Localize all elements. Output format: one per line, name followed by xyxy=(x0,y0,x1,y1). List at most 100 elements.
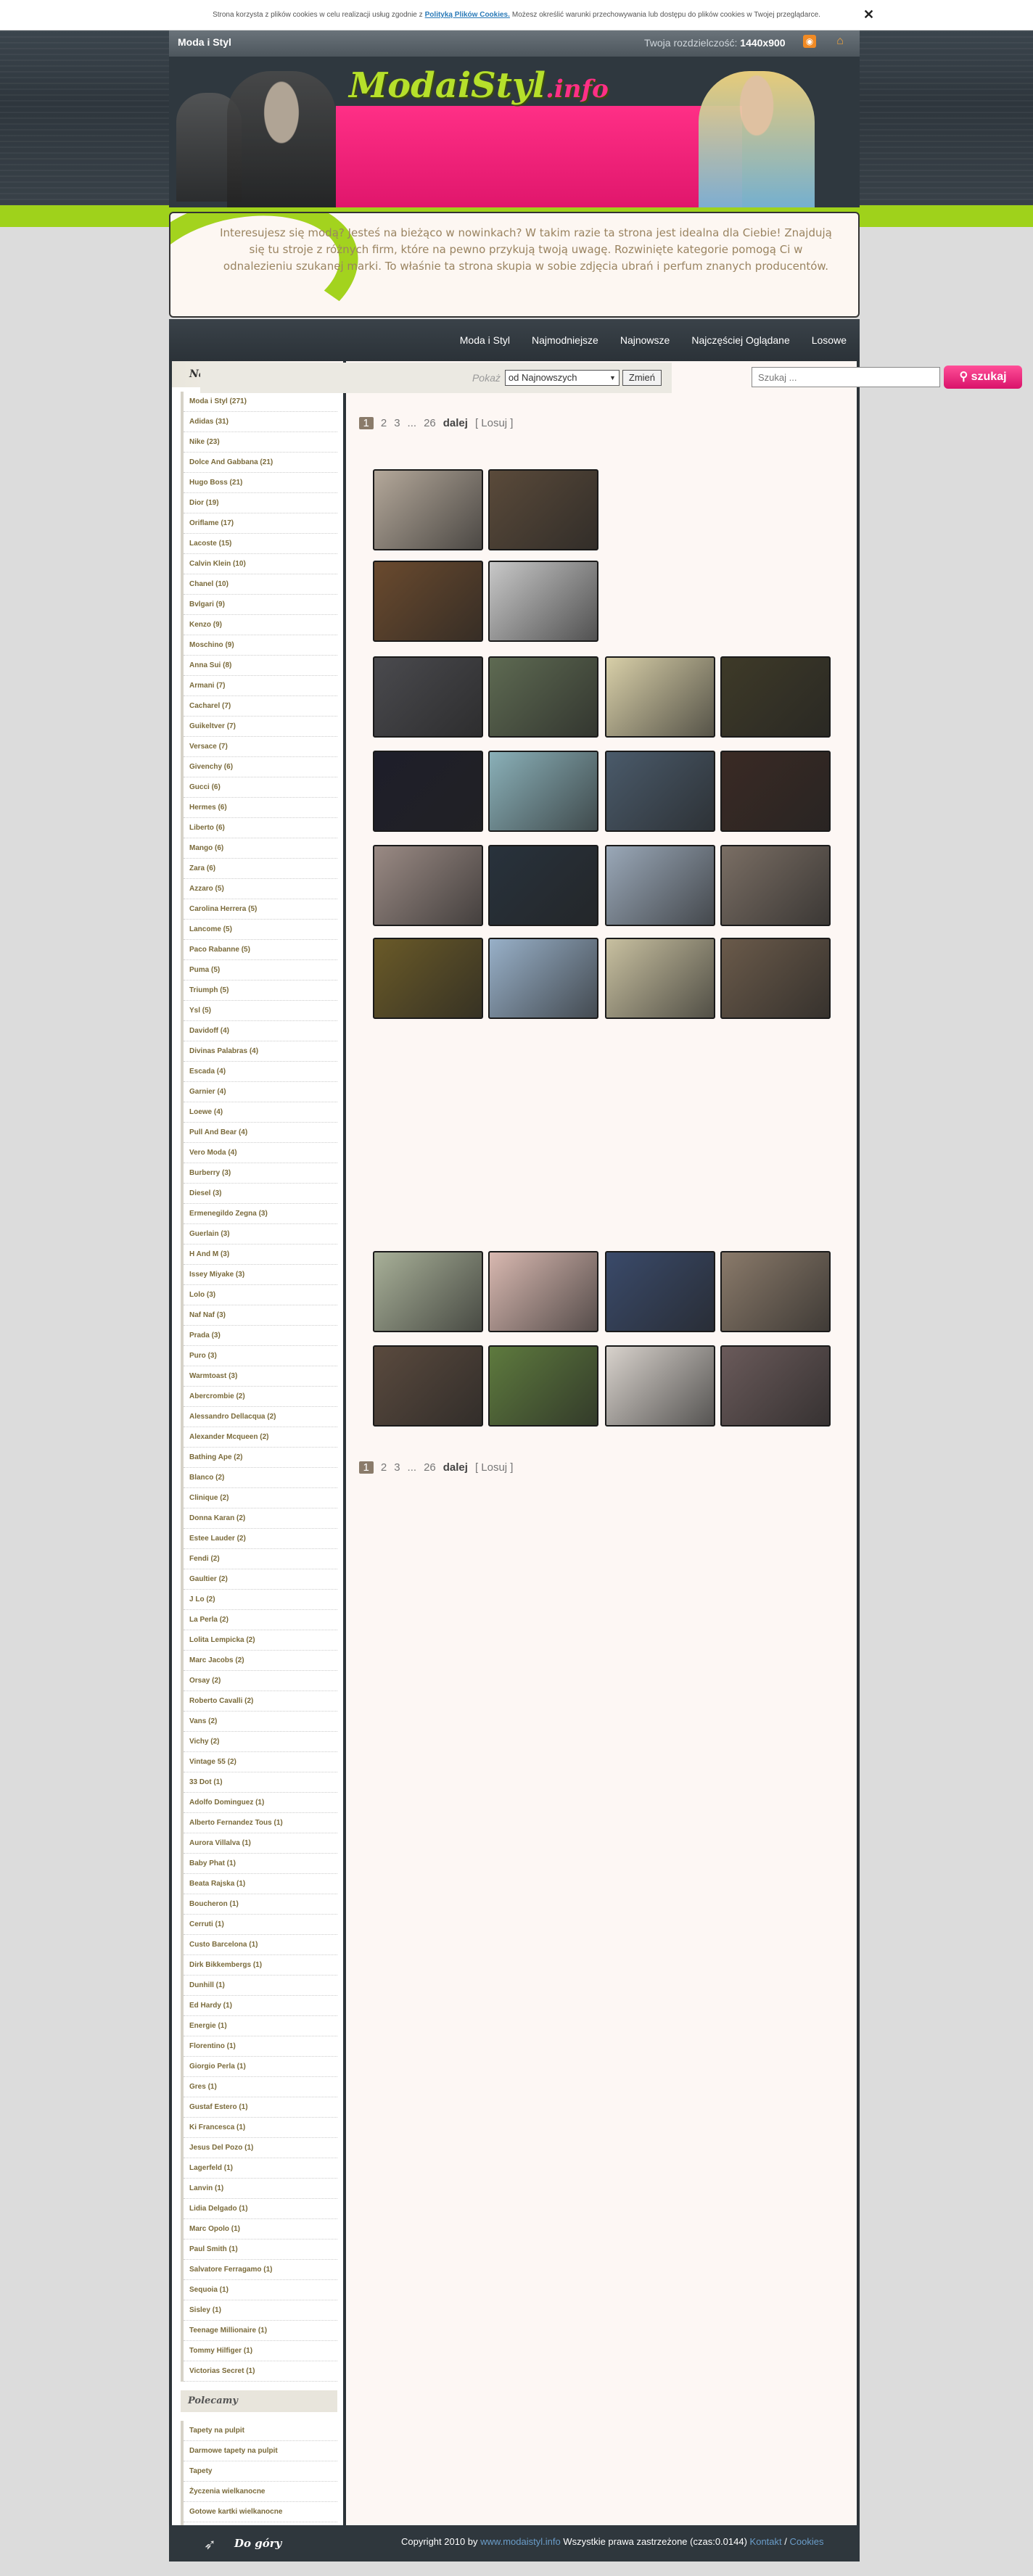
category-item[interactable]: Garnier (4) xyxy=(184,1082,337,1102)
thumbnail-image[interactable] xyxy=(720,1345,831,1427)
category-item[interactable]: Vintage 55 (2) xyxy=(184,1752,337,1772)
thumbnail-image[interactable] xyxy=(373,751,483,832)
category-item[interactable]: Gres (1) xyxy=(184,2077,337,2097)
cookie-policy-link[interactable]: Polityką Plików Cookies. xyxy=(425,11,510,19)
category-item[interactable]: Prada (3) xyxy=(184,1326,337,1346)
category-item[interactable]: Florentino (1) xyxy=(184,2036,337,2057)
page-link-last[interactable]: 26 xyxy=(424,1461,436,1474)
recommended-item[interactable]: Tapety na pulpit xyxy=(184,2421,337,2441)
thumbnail-image[interactable] xyxy=(720,751,831,832)
category-item[interactable]: Calvin Klein (10) xyxy=(184,554,337,574)
category-item[interactable]: La Perla (2) xyxy=(184,1610,337,1630)
category-item[interactable]: Ed Hardy (1) xyxy=(184,1996,337,2016)
category-item[interactable]: Lanvin (1) xyxy=(184,2179,337,2199)
category-item[interactable]: Vero Moda (4) xyxy=(184,1143,337,1163)
thumbnail-image[interactable] xyxy=(605,1251,715,1332)
category-item[interactable]: Puma (5) xyxy=(184,960,337,981)
category-item[interactable]: Guikeltver (7) xyxy=(184,717,337,737)
category-item[interactable]: Azzaro (5) xyxy=(184,879,337,899)
category-item[interactable]: Abercrombie (2) xyxy=(184,1387,337,1407)
thumbnail-image[interactable] xyxy=(373,656,483,738)
category-item[interactable]: Lidia Delgado (1) xyxy=(184,2199,337,2219)
site-link[interactable]: www.modaistyl.info xyxy=(480,2536,561,2547)
category-item[interactable]: Lolita Lempicka (2) xyxy=(184,1630,337,1651)
category-item[interactable]: Burberry (3) xyxy=(184,1163,337,1184)
category-item[interactable]: Marc Opolo (1) xyxy=(184,2219,337,2239)
category-item[interactable]: Energie (1) xyxy=(184,2016,337,2036)
recommended-item[interactable]: Darmowe tapety na pulpit xyxy=(184,2441,337,2461)
category-item[interactable]: Adolfo Dominguez (1) xyxy=(184,1793,337,1813)
category-item[interactable]: Lolo (3) xyxy=(184,1285,337,1305)
category-item[interactable]: Diesel (3) xyxy=(184,1184,337,1204)
page-link-next[interactable]: dalej xyxy=(443,1461,468,1474)
thumbnail-image[interactable] xyxy=(488,751,598,832)
sort-apply-button[interactable]: Zmień xyxy=(622,370,662,386)
category-item[interactable]: Carolina Herrera (5) xyxy=(184,899,337,920)
page-link-random[interactable]: [ Losuj ] xyxy=(475,1461,514,1474)
thumbnail-image[interactable] xyxy=(720,1251,831,1332)
recommended-item[interactable]: Gotowe kartki wielkanocne xyxy=(184,2502,337,2522)
category-item[interactable]: Guerlain (3) xyxy=(184,1224,337,1244)
cookies-link[interactable]: Cookies xyxy=(790,2536,824,2547)
category-item[interactable]: Puro (3) xyxy=(184,1346,337,1366)
category-item[interactable]: Cerruti (1) xyxy=(184,1915,337,1935)
category-item[interactable]: Cacharel (7) xyxy=(184,696,337,717)
category-item[interactable]: Mango (6) xyxy=(184,838,337,859)
category-item[interactable]: Dolce And Gabbana (21) xyxy=(184,453,337,473)
category-item[interactable]: Hugo Boss (21) xyxy=(184,473,337,493)
category-item[interactable]: Issey Miyake (3) xyxy=(184,1265,337,1285)
category-item[interactable]: 33 Dot (1) xyxy=(184,1772,337,1793)
page-link-p3[interactable]: 3 xyxy=(394,417,400,429)
category-item[interactable]: Custo Barcelona (1) xyxy=(184,1935,337,1955)
category-item[interactable]: Baby Phat (1) xyxy=(184,1854,337,1874)
site-logo[interactable]: ModaiStyl.info xyxy=(349,65,609,106)
category-item[interactable]: Vichy (2) xyxy=(184,1732,337,1752)
category-item[interactable]: Dunhill (1) xyxy=(184,1976,337,1996)
search-button[interactable]: ⚲ szukaj xyxy=(944,366,1022,389)
page-link-current[interactable]: 1 xyxy=(358,417,374,429)
category-item[interactable]: Oriflame (17) xyxy=(184,513,337,534)
category-item[interactable]: Armani (7) xyxy=(184,676,337,696)
category-item[interactable]: Chanel (10) xyxy=(184,574,337,595)
category-item[interactable]: Gaultier (2) xyxy=(184,1569,337,1590)
page-link-last[interactable]: 26 xyxy=(424,417,436,429)
thumbnail-image[interactable] xyxy=(720,938,831,1019)
recommended-item[interactable]: Życzenia wielkanocne xyxy=(184,2482,337,2502)
nav-home[interactable]: Moda i Styl xyxy=(460,334,510,346)
category-item[interactable]: Loewe (4) xyxy=(184,1102,337,1123)
thumbnail-image[interactable] xyxy=(488,1251,598,1332)
category-item[interactable]: Paul Smith (1) xyxy=(184,2239,337,2260)
thumbnail-image[interactable] xyxy=(373,469,483,550)
category-item[interactable]: Sequoia (1) xyxy=(184,2280,337,2300)
category-item[interactable]: Sisley (1) xyxy=(184,2300,337,2321)
thumbnail-image[interactable] xyxy=(373,1251,483,1332)
category-item[interactable]: Liberto (6) xyxy=(184,818,337,838)
category-item[interactable]: J Lo (2) xyxy=(184,1590,337,1610)
category-item[interactable]: Ermenegildo Zegna (3) xyxy=(184,1204,337,1224)
category-item[interactable]: Alexander Mcqueen (2) xyxy=(184,1427,337,1448)
category-item[interactable]: Davidoff (4) xyxy=(184,1021,337,1041)
category-item[interactable]: Nike (23) xyxy=(184,432,337,453)
brand-name[interactable]: Moda i Styl xyxy=(178,36,231,48)
category-item[interactable]: Beata Rajska (1) xyxy=(184,1874,337,1894)
thumbnail-image[interactable] xyxy=(605,938,715,1019)
category-item[interactable]: Giorgio Perla (1) xyxy=(184,2057,337,2077)
thumbnail-image[interactable] xyxy=(720,656,831,738)
category-item[interactable]: Alberto Fernandez Tous (1) xyxy=(184,1813,337,1833)
category-item[interactable]: Hermes (6) xyxy=(184,798,337,818)
page-link-next[interactable]: dalej xyxy=(443,417,468,429)
thumbnail-image[interactable] xyxy=(488,938,598,1019)
category-item[interactable]: Fendi (2) xyxy=(184,1549,337,1569)
thumbnail-image[interactable] xyxy=(488,561,598,642)
category-item[interactable]: Moda i Styl (271) xyxy=(184,392,337,412)
category-item[interactable]: Aurora Villalva (1) xyxy=(184,1833,337,1854)
category-item[interactable]: H And M (3) xyxy=(184,1244,337,1265)
thumbnail-image[interactable] xyxy=(373,1345,483,1427)
category-item[interactable]: Lagerfeld (1) xyxy=(184,2158,337,2179)
category-item[interactable]: Divinas Palabras (4) xyxy=(184,1041,337,1062)
category-item[interactable]: Paco Rabanne (5) xyxy=(184,940,337,960)
category-item[interactable]: Vans (2) xyxy=(184,1712,337,1732)
category-item[interactable]: Kenzo (9) xyxy=(184,615,337,635)
category-item[interactable]: Gustaf Estero (1) xyxy=(184,2097,337,2118)
thumbnail-image[interactable] xyxy=(605,656,715,738)
